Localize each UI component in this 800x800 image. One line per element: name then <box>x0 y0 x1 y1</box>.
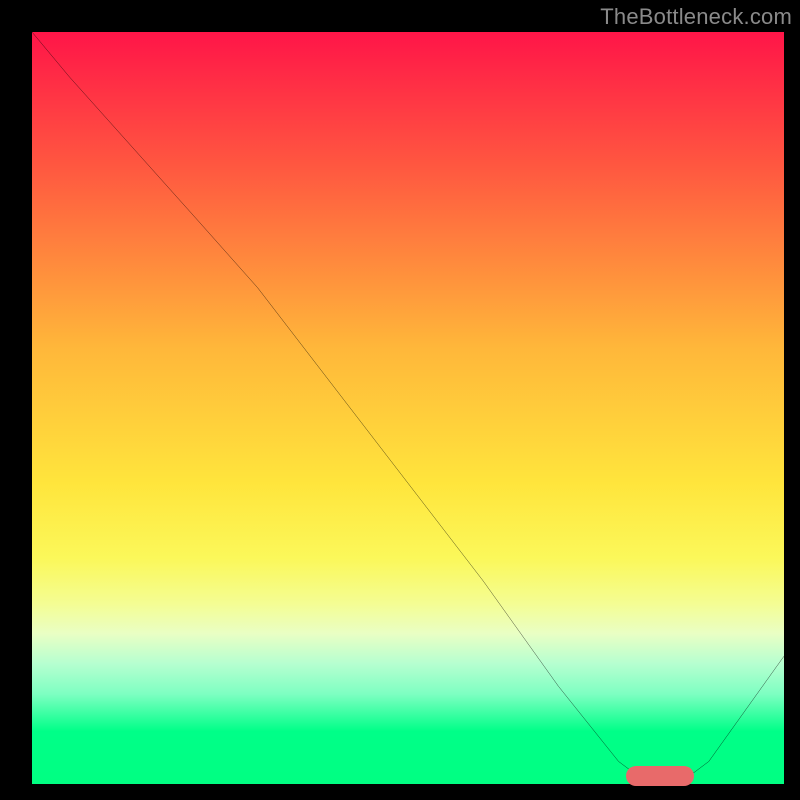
optimal-marker <box>626 766 694 786</box>
attribution-text: TheBottleneck.com <box>600 4 792 30</box>
chart-container: TheBottleneck.com <box>0 0 800 800</box>
bottleneck-curve <box>32 32 784 784</box>
